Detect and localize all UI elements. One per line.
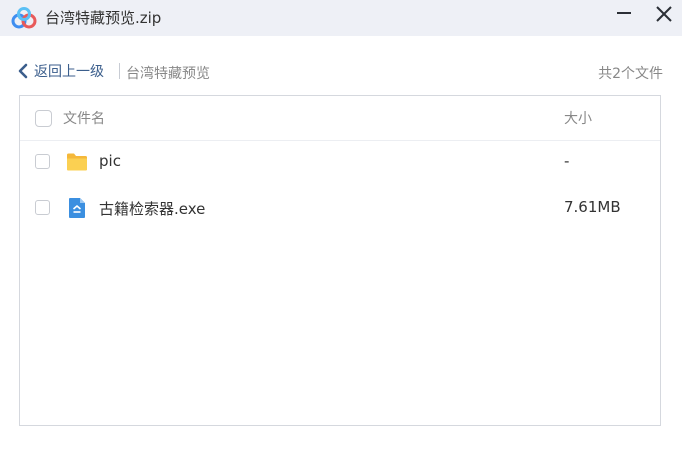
folder-icon: [65, 150, 89, 174]
current-folder-label: 台湾特藏预览: [126, 66, 210, 82]
column-header-name[interactable]: 文件名: [63, 108, 105, 128]
title-bar: 台湾特藏预览.zip: [0, 0, 682, 36]
table-row[interactable]: 古籍检索器.exe 7.61MB: [20, 186, 660, 230]
chevron-left-icon: [18, 63, 28, 79]
minimize-icon: [617, 12, 631, 14]
row-checkbox[interactable]: [35, 200, 50, 215]
file-name: pic: [99, 152, 121, 170]
breadcrumb-divider: [119, 63, 120, 79]
breadcrumb: 返回上一级 台湾特藏预览 共2个文件: [0, 56, 682, 86]
archive-preview-window: 台湾特藏预览.zip 返回上一级 台湾特藏预览 共2个文件 文件名 大小 pic…: [0, 0, 682, 471]
minimize-button[interactable]: [606, 0, 640, 30]
back-label: 返回上一级: [34, 64, 104, 80]
table-row[interactable]: pic -: [20, 140, 660, 184]
baidu-netdisk-cloud-icon: [11, 7, 37, 29]
close-button[interactable]: [646, 0, 680, 30]
file-name: 古籍检索器.exe: [99, 200, 206, 218]
select-all-checkbox[interactable]: [35, 110, 52, 127]
file-count-label: 共2个文件: [598, 66, 663, 82]
file-list: 文件名 大小 pic - 古籍检索器.exe 7.61MB: [19, 95, 661, 426]
file-size: -: [564, 152, 570, 170]
column-header-size[interactable]: 大小: [564, 108, 592, 128]
close-icon: [656, 6, 672, 22]
row-checkbox[interactable]: [35, 154, 50, 169]
exe-file-icon: [65, 196, 89, 220]
back-button[interactable]: 返回上一级: [17, 61, 104, 81]
file-list-header: 文件名 大小: [20, 96, 660, 141]
file-size: 7.61MB: [564, 198, 621, 216]
window-title: 台湾特藏预览.zip: [45, 9, 162, 27]
